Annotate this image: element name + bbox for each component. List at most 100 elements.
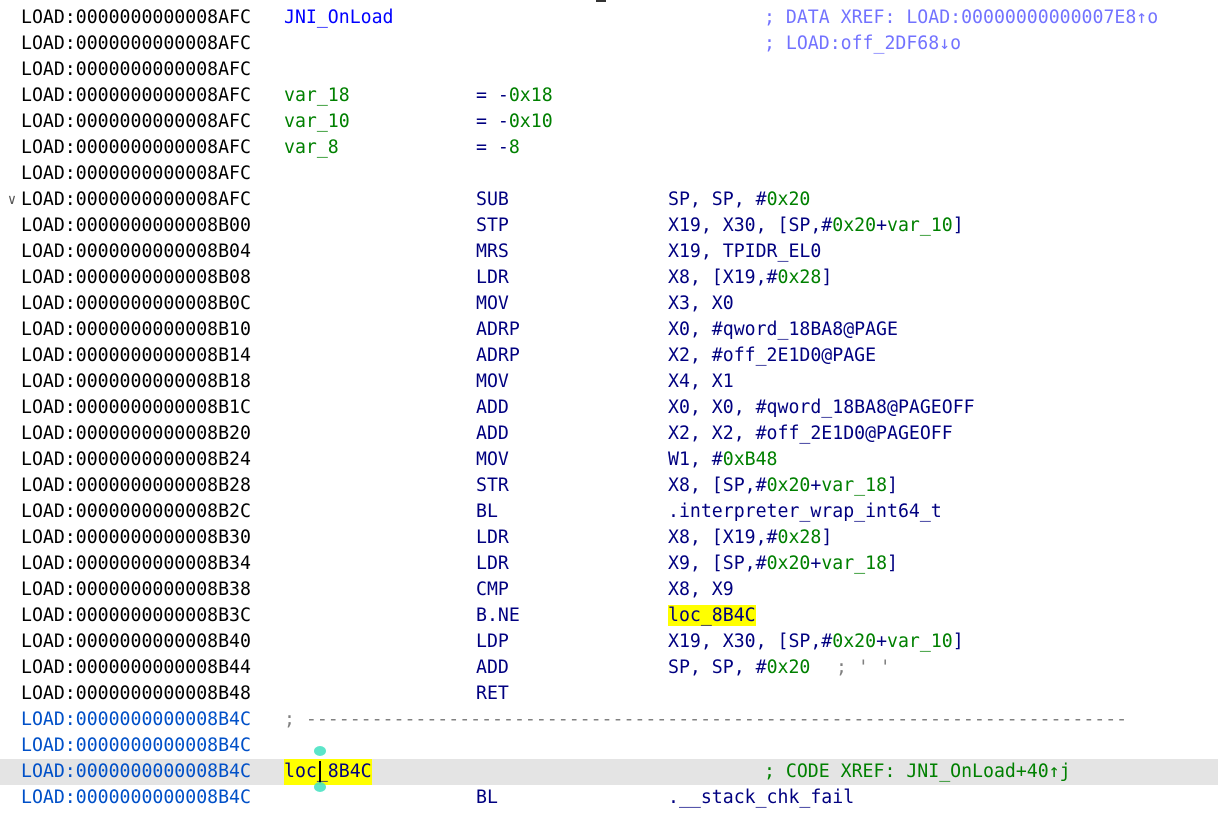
address[interactable]: LOAD:0000000000008B14 [21,343,251,369]
address[interactable]: LOAD:0000000000008B30 [21,525,251,551]
mnemonic[interactable]: LDR [476,525,509,551]
listing-row[interactable]: LOAD:0000000000008B40 LDP X19, X30, [SP,#0… [0,629,1218,655]
address[interactable]: LOAD:0000000000008B0C [21,291,251,317]
address[interactable]: LOAD:0000000000008B00 [21,213,251,239]
listing-row[interactable]: LOAD:0000000000008B24 MOV W1, #0xB48 [0,447,1218,473]
stack-variable[interactable]: var_8 [284,135,339,161]
address[interactable]: LOAD:0000000000008B3C [21,603,251,629]
listing-row[interactable]: LOAD:0000000000008B28 STR X8, [SP,#0x20+va… [0,473,1218,499]
operands[interactable]: SP, SP, #0x20 [668,187,810,213]
listing-row[interactable]: LOAD:0000000000008AFC var_10 = -0x10 [0,109,1218,135]
address[interactable]: LOAD:0000000000008B08 [21,265,251,291]
mnemonic[interactable]: STP [476,213,509,239]
address[interactable]: LOAD:0000000000008B44 [21,655,251,681]
branch-target[interactable]: loc_8B4C [668,605,756,626]
stack-variable[interactable]: var_10 [284,109,350,135]
address[interactable]: LOAD:0000000000008AFC [21,57,251,83]
address[interactable]: LOAD:0000000000008AFC [21,109,251,135]
operands[interactable]: loc_8B4C [668,603,756,629]
mnemonic[interactable]: ADRP [476,343,520,369]
address[interactable]: LOAD:0000000000008B4C [21,733,251,759]
address[interactable]: LOAD:0000000000008B2C [21,499,251,525]
mnemonic[interactable]: BL [476,499,498,525]
mnemonic[interactable]: B.NE [476,603,520,629]
listing-row[interactable]: LOAD:0000000000008AFC JNI_OnLoad ; DATA XR… [0,5,1218,31]
operands[interactable]: X8, [X19,#0x28] [668,525,832,551]
listing-row[interactable]: LOAD:0000000000008B30 LDR X8, [X19,#0x28] [0,525,1218,551]
mnemonic[interactable]: STR [476,473,509,499]
operands[interactable]: X8, X9 [668,577,734,603]
listing-row[interactable]: LOAD:0000000000008B0C MOV X3, X0 [0,291,1218,317]
address[interactable]: LOAD:0000000000008B18 [21,369,251,395]
mnemonic[interactable]: ADRP [476,317,520,343]
mnemonic[interactable]: ADD [476,395,509,421]
address[interactable]: LOAD:0000000000008B4C [21,785,251,811]
code-label-highlighted[interactable]: loc_8B4C [284,759,372,785]
mnemonic[interactable]: MOV [476,447,509,473]
listing-row[interactable]: LOAD:0000000000008B48 RET [0,681,1218,707]
address[interactable]: LOAD:0000000000008B10 [21,317,251,343]
xref-comment[interactable]: ; DATA XREF: LOAD:00000000000007E8↑o [764,5,1158,31]
operands[interactable]: SP, SP, #0x20 [668,655,810,681]
listing-row[interactable]: LOAD:0000000000008AFC var_8 = -8 [0,135,1218,161]
listing-row[interactable]: LOAD:0000000000008B14 ADRP X2, #off_2E1D0@… [0,343,1218,369]
mnemonic[interactable]: BL [476,785,498,811]
mnemonic[interactable]: ADD [476,421,509,447]
listing-row[interactable]: LOAD:0000000000008B10 ADRP X0, #qword_18BA… [0,317,1218,343]
listing-row[interactable]: LOAD:0000000000008B18 MOV X4, X1 [0,369,1218,395]
xref-comment[interactable]: ; LOAD:off_2DF68↓o [764,31,961,57]
selection-handle-top[interactable] [314,746,326,756]
address[interactable]: LOAD:0000000000008B4C [21,707,251,733]
mnemonic[interactable]: ADD [476,655,509,681]
listing-row[interactable]: LOAD:0000000000008B44 ADD SP, SP, #0x20 ; '… [0,655,1218,681]
operands[interactable]: X0, #qword_18BA8@PAGE [668,317,898,343]
xref-comment[interactable]: ; CODE XREF: JNI_OnLoad+40↑j [764,759,1071,785]
address[interactable]: LOAD:0000000000008B20 [21,421,251,447]
function-label[interactable]: JNI_OnLoad [284,5,394,31]
listing-row[interactable]: LOAD:0000000000008AFC [0,161,1218,187]
operands[interactable]: .interpreter_wrap_int64_t [668,499,942,525]
operands[interactable]: W1, #0xB48 [668,447,778,473]
stack-variable[interactable]: var_18 [284,83,350,109]
listing-row[interactable]: LOAD:0000000000008AFC var_18 = -0x18 [0,83,1218,109]
address[interactable]: LOAD:0000000000008AFC [21,187,251,213]
operands[interactable]: .__stack_chk_fail [668,785,854,811]
operands[interactable]: X0, X0, #qword_18BA8@PAGEOFF [668,395,975,421]
listing-row[interactable]: LOAD:0000000000008B4C ; -----------------… [0,707,1218,733]
listing-row[interactable]: LOAD:0000000000008B2C BL .interpreter_wrap… [0,499,1218,525]
operands[interactable]: X2, #off_2E1D0@PAGE [668,343,876,369]
address[interactable]: LOAD:0000000000008B48 [21,681,251,707]
address[interactable]: LOAD:0000000000008B38 [21,577,251,603]
mnemonic[interactable]: CMP [476,577,509,603]
listing-row[interactable]: LOAD:0000000000008B04 MRS X19, TPIDR_EL0 [0,239,1218,265]
listing-row[interactable]: LOAD:0000000000008B1C ADD X0, X0, #qword_1… [0,395,1218,421]
mnemonic[interactable]: MRS [476,239,509,265]
listing-row[interactable]: LOAD:0000000000008AFC ; LOAD:off_2DF68↓o [0,31,1218,57]
operands[interactable]: X8, [SP,#0x20+var_18] [668,473,898,499]
listing-row[interactable]: LOAD:0000000000008B38 CMP X8, X9 [0,577,1218,603]
mnemonic[interactable]: LDP [476,629,509,655]
address[interactable]: LOAD:0000000000008B04 [21,239,251,265]
chevron-down-icon[interactable]: ∨ [5,187,19,213]
listing-row[interactable]: LOAD:0000000000008B4C BL .__stack_chk_fail [0,785,1218,811]
address[interactable]: LOAD:0000000000008B24 [21,447,251,473]
address[interactable]: LOAD:0000000000008B34 [21,551,251,577]
mnemonic[interactable]: MOV [476,291,509,317]
listing-row[interactable]: LOAD:0000000000008B4C loc_8B4C ; CODE XREF… [0,746,1218,792]
address[interactable]: LOAD:0000000000008AFC [21,135,251,161]
mnemonic[interactable]: LDR [476,551,509,577]
address[interactable]: LOAD:0000000000008AFC [21,161,251,187]
listing-row[interactable]: LOAD:0000000000008B08 LDR X8, [X19,#0x28] [0,265,1218,291]
operands[interactable]: X4, X1 [668,369,734,395]
listing-row[interactable]: LOAD:0000000000008AFC [0,57,1218,83]
operands[interactable]: X8, [X19,#0x28] [668,265,832,291]
listing-row[interactable]: LOAD:0000000000008B34 LDR X9, [SP,#0x20+va… [0,551,1218,577]
mnemonic[interactable]: SUB [476,187,509,213]
operands[interactable]: X19, X30, [SP,#0x20+var_10] [668,213,964,239]
operands[interactable]: X2, X2, #off_2E1D0@PAGEOFF [668,421,953,447]
operands[interactable]: X9, [SP,#0x20+var_18] [668,551,898,577]
listing-row[interactable]: ∨ LOAD:0000000000008AFC SUB SP, SP, #0x20 [0,187,1218,213]
listing-row[interactable]: LOAD:0000000000008B00 STP X19, X30, [SP,#0… [0,213,1218,239]
listing-row[interactable]: LOAD:0000000000008B4C [0,733,1218,759]
disassembly-listing[interactable]: LOAD:0000000000008AFC JNI_OnLoad ; DATA XR… [0,0,1218,816]
